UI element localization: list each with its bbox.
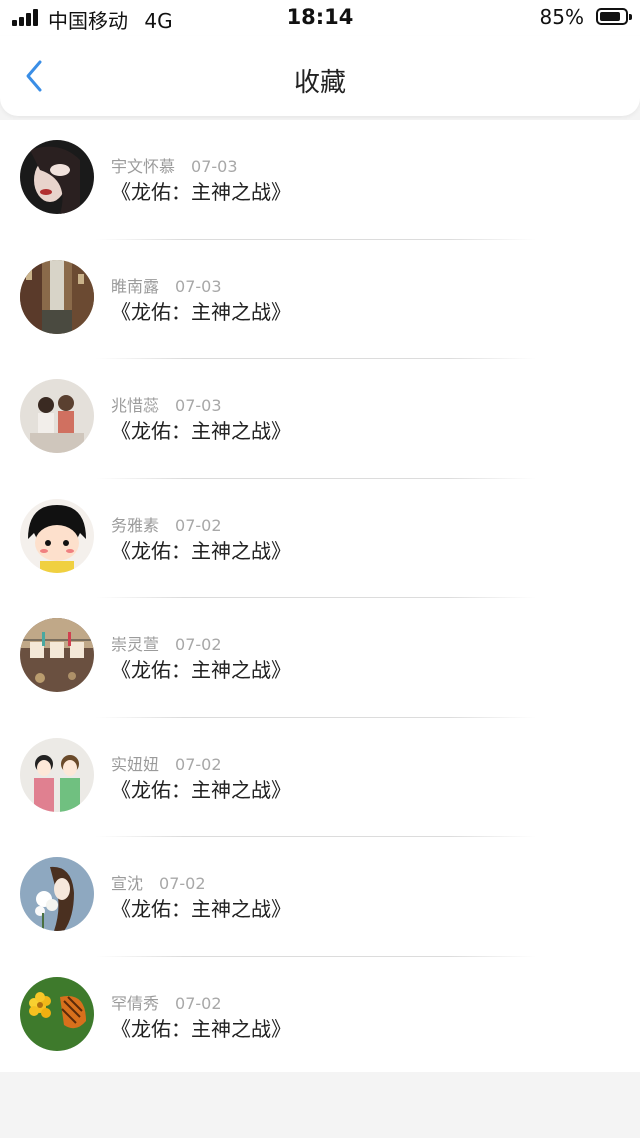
list-item[interactable]: 宣沈 07-02 《龙佑：主神之战》 [0,837,640,957]
avatar [20,379,94,453]
book-title: 《龙佑：主神之战》 [111,419,291,443]
item-date: 07-02 [175,515,222,535]
user-name: 实妞妞 [111,754,160,774]
item-date: 07-03 [175,276,222,296]
item-date: 07-02 [175,993,222,1013]
item-meta: 罕倩秀 07-02 [111,990,222,1014]
avatar [20,498,94,573]
item-meta: 务雅素 07-02 [111,512,222,536]
favorites-list: 宇文怀慕 07-03 《龙佑：主神之战》 睢南露 07-03 《龙佑：主神之战》 [0,120,640,1072]
item-date: 07-02 [175,635,222,654]
battery-icon [596,8,632,25]
item-meta: 宇文怀慕 07-03 [111,153,238,177]
item-date: 07-02 [175,754,222,774]
user-name: 睢南露 [111,276,160,296]
item-meta: 宣沈 07-02 [111,870,206,894]
book-title: 《龙佑：主神之战》 [111,299,291,324]
book-title: 《龙佑：主神之战》 [111,897,291,921]
avatar [20,140,94,214]
item-meta: 睢南露 07-03 [111,273,222,297]
user-name: 崇灵萱 [111,635,160,654]
list-item[interactable]: 罕倩秀 07-02 《龙佑：主神之战》 [0,957,640,1077]
avatar [20,857,94,931]
book-title: 《龙佑：主神之战》 [111,658,291,682]
avatar [20,618,94,692]
list-item[interactable]: 务雅素 07-02 《龙佑：主神之战》 [0,479,640,598]
item-meta: 实妞妞 07-02 [111,751,222,775]
book-title: 《龙佑：主神之战》 [111,180,291,204]
avatar [20,976,94,1051]
item-date: 07-03 [175,396,222,415]
user-name: 兆惜蕊 [111,396,160,415]
item-meta: 兆惜蕊 07-03 [111,392,222,416]
avatar [20,259,94,334]
user-name: 宇文怀慕 [111,157,176,176]
list-item[interactable]: 实妞妞 07-02 《龙佑：主神之战》 [0,718,640,837]
user-name: 罕倩秀 [111,993,160,1013]
item-meta: 崇灵萱 07-02 [111,631,222,655]
list-item[interactable]: 崇灵萱 07-02 《龙佑：主神之战》 [0,598,640,718]
book-title: 《龙佑：主神之战》 [111,1016,291,1041]
list-item[interactable]: 宇文怀慕 07-03 《龙佑：主神之战》 [0,120,640,240]
item-date: 07-03 [191,157,238,176]
navigation-bar: 收藏 [0,36,640,116]
status-bar: 中国移动 4G 18:14 85% [0,0,640,36]
page-title: 收藏 [293,68,346,98]
user-name: 宣沈 [111,874,144,893]
book-title: 《龙佑：主神之战》 [111,538,291,563]
list-item[interactable]: 睢南露 07-03 《龙佑：主神之战》 [0,240,640,359]
avatar [20,737,94,812]
user-name: 务雅素 [111,515,160,535]
list-item[interactable]: 兆惜蕊 07-03 《龙佑：主神之战》 [0,359,640,479]
book-title: 《龙佑：主神之战》 [111,777,291,802]
item-date: 07-02 [159,874,206,893]
battery-percent: 85% [539,5,584,29]
